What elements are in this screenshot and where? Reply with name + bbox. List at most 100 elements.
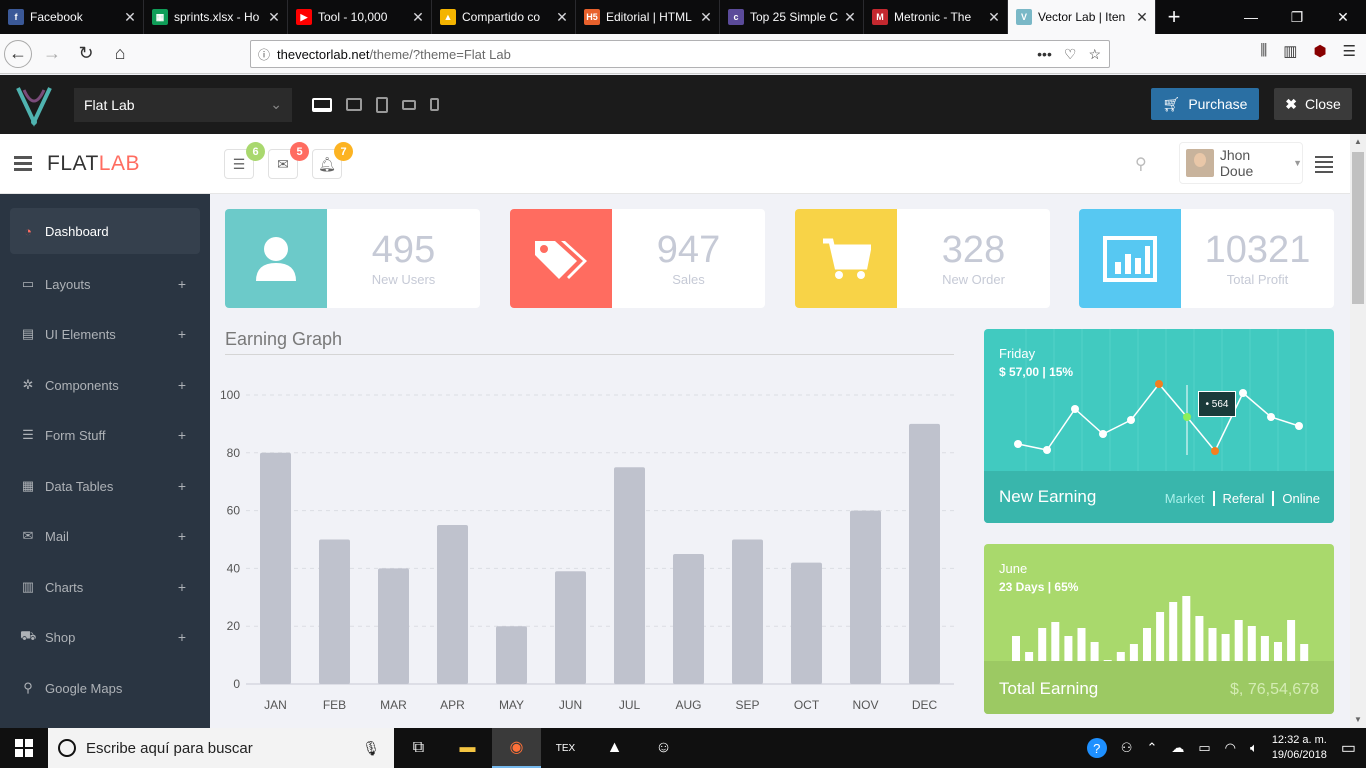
expand-plus-icon[interactable]: + — [178, 377, 186, 393]
firefox-icon[interactable]: ◉ — [492, 728, 541, 768]
expand-plus-icon[interactable]: + — [178, 629, 186, 645]
home-icon[interactable]: ⌂ — [106, 40, 134, 68]
help-icon[interactable]: ? — [1086, 738, 1107, 758]
scroll-thumb[interactable] — [1352, 152, 1364, 304]
url-bar[interactable]: ⓘ thevectorlab.net/theme/?theme=Flat Lab… — [250, 40, 1110, 68]
back-icon[interactable]: ← — [4, 39, 32, 68]
onedrive-icon[interactable]: ☁ — [1171, 740, 1184, 756]
close-preview-button[interactable]: ✖ Close — [1274, 88, 1352, 120]
sidebar-item-dashboard[interactable]: ◔ Dashboard — [10, 208, 200, 254]
bookmark-star-icon[interactable]: ☆ — [1088, 46, 1101, 63]
sidebar-item-charts[interactable]: ▥ Charts + — [10, 564, 200, 610]
browser-tab[interactable]: ▦ sprints.xlsx - Ho ✕ — [144, 0, 288, 34]
bar-may[interactable] — [496, 626, 527, 684]
library-icon[interactable]: ⫼ — [1260, 42, 1267, 60]
new-tab-button[interactable]: + — [1156, 0, 1192, 34]
close-tab-icon[interactable]: ✕ — [123, 9, 137, 26]
scroll-down-icon[interactable]: ▼ — [1350, 712, 1366, 728]
bar-jan[interactable] — [260, 452, 291, 684]
expand-plus-icon[interactable]: + — [178, 579, 186, 595]
brand-logo[interactable]: FLATLAB — [47, 152, 140, 176]
bar-oct[interactable] — [791, 562, 822, 684]
task-view-icon[interactable]: ⧉ — [394, 728, 443, 768]
bar-jun[interactable] — [555, 571, 586, 684]
expand-plus-icon[interactable]: + — [178, 427, 186, 443]
phone-icon[interactable] — [430, 98, 439, 111]
browser-tab[interactable]: f Facebook ✕ — [0, 0, 144, 34]
expand-plus-icon[interactable]: + — [178, 478, 186, 494]
bar-dec[interactable] — [909, 423, 940, 684]
scroll-up-icon[interactable]: ▲ — [1350, 134, 1366, 150]
browser-tab[interactable]: c Top 25 Simple C ✕ — [720, 0, 864, 34]
bar-mar[interactable] — [378, 568, 409, 684]
market-link[interactable]: Market — [1157, 491, 1213, 506]
online-link[interactable]: Online — [1272, 491, 1320, 506]
bar-jul[interactable] — [614, 467, 645, 684]
tray-expand-icon[interactable]: ⌃ — [1146, 740, 1157, 756]
bar-apr[interactable] — [437, 525, 468, 684]
close-tab-icon[interactable]: ✕ — [699, 9, 713, 26]
ublock-icon[interactable]: ⬢ — [1313, 42, 1326, 60]
sidebar-item-shop[interactable]: ⛟ Shop + — [10, 614, 200, 660]
alerts-notification-button[interactable]: 🔔︎ 7 — [312, 142, 353, 179]
sidebar-item-components[interactable]: ✲ Components + — [10, 362, 200, 408]
tablet-landscape-icon[interactable] — [402, 99, 416, 110]
task-notification-button[interactable]: ☰ 6 — [224, 142, 265, 179]
referal-link[interactable]: Referal — [1212, 491, 1273, 506]
battery-icon[interactable]: ▭ — [1198, 740, 1210, 756]
sidebar-item-layouts[interactable]: ▭ Layouts + — [10, 261, 200, 307]
people-icon[interactable]: ⚇ — [1121, 740, 1133, 756]
clock[interactable]: 12:32 a. m. 19/06/2018 — [1272, 733, 1327, 763]
page-scrollbar[interactable]: ▲ ▼ — [1350, 134, 1366, 728]
menu-icon[interactable]: ☰ — [1343, 42, 1356, 60]
expand-plus-icon[interactable]: + — [178, 528, 186, 544]
theme-select[interactable]: Flat Lab ⌄ — [74, 87, 292, 122]
taskbar-search[interactable]: Escribe aquí para buscar 🎙︎ — [48, 728, 394, 768]
sidebar-item-mail[interactable]: ✉ Mail + — [10, 513, 200, 559]
laptop-icon[interactable] — [346, 98, 362, 111]
browser-tab[interactable]: ▶ Tool - 10,000 ✕ — [288, 0, 432, 34]
close-tab-icon[interactable]: ✕ — [843, 9, 857, 26]
right-sidebar-toggle-icon[interactable] — [1315, 156, 1333, 176]
notifications-icon[interactable]: ▭ — [1341, 738, 1356, 758]
info-icon[interactable]: ⓘ — [251, 46, 277, 63]
volume-icon[interactable]: 🔈︎ — [1250, 740, 1258, 756]
sidebar-item-data-tables[interactable]: ▦ Data Tables + — [10, 463, 200, 509]
minimize-icon[interactable]: — — [1228, 0, 1274, 34]
purchase-button[interactable]: 🛒︎ Purchase — [1151, 88, 1259, 120]
expand-plus-icon[interactable]: + — [178, 276, 186, 292]
bar-aug[interactable] — [673, 553, 704, 684]
close-window-icon[interactable]: ✕ — [1320, 0, 1366, 34]
photos-icon[interactable]: ▲ — [590, 728, 639, 768]
tablet-icon[interactable] — [376, 96, 388, 113]
sidebar-toggle-icon[interactable]: ▥ — [1283, 42, 1297, 60]
bar-sep[interactable] — [732, 539, 763, 685]
emoji-app-icon[interactable]: ☺ — [639, 728, 688, 768]
pocket-icon[interactable]: ♡ — [1064, 46, 1077, 63]
expand-plus-icon[interactable]: + — [178, 326, 186, 342]
close-tab-icon[interactable]: ✕ — [411, 9, 425, 26]
browser-tab[interactable]: ▲ Compartido co ✕ — [432, 0, 576, 34]
sidebar-toggle-icon[interactable] — [14, 156, 32, 174]
close-tab-icon[interactable]: ✕ — [555, 9, 569, 26]
close-tab-icon[interactable]: ✕ — [267, 9, 281, 26]
browser-tab[interactable]: H5 Editorial | HTML ✕ — [576, 0, 720, 34]
page-actions-icon[interactable]: ••• — [1037, 46, 1052, 63]
search-icon[interactable]: ⚲ — [1135, 154, 1147, 174]
tex-app-icon[interactable]: TEX — [541, 728, 590, 768]
restore-icon[interactable]: ❐ — [1274, 0, 1320, 34]
file-explorer-icon[interactable]: ▬ — [443, 728, 492, 768]
close-tab-icon[interactable]: ✕ — [987, 9, 1001, 26]
bar-feb[interactable] — [319, 539, 350, 685]
windows-start-icon[interactable] — [0, 728, 48, 768]
sidebar-item-ui-elements[interactable]: ▤ UI Elements + — [10, 311, 200, 357]
wifi-icon[interactable]: ◠ — [1225, 740, 1236, 756]
bar-nov[interactable] — [850, 510, 881, 684]
sidebar-item-google-maps[interactable]: ⚲ Google Maps — [10, 665, 200, 711]
reload-icon[interactable]: ↻ — [72, 40, 100, 68]
user-dropdown[interactable]: Jhon Doue ▼ — [1179, 142, 1303, 184]
desktop-icon[interactable] — [312, 97, 332, 112]
sidebar-item-form-stuff[interactable]: ☰ Form Stuff + — [10, 412, 200, 458]
close-tab-icon[interactable]: ✕ — [1135, 9, 1149, 26]
browser-tab[interactable]: V Vector Lab | Iten ✕ — [1008, 0, 1156, 34]
